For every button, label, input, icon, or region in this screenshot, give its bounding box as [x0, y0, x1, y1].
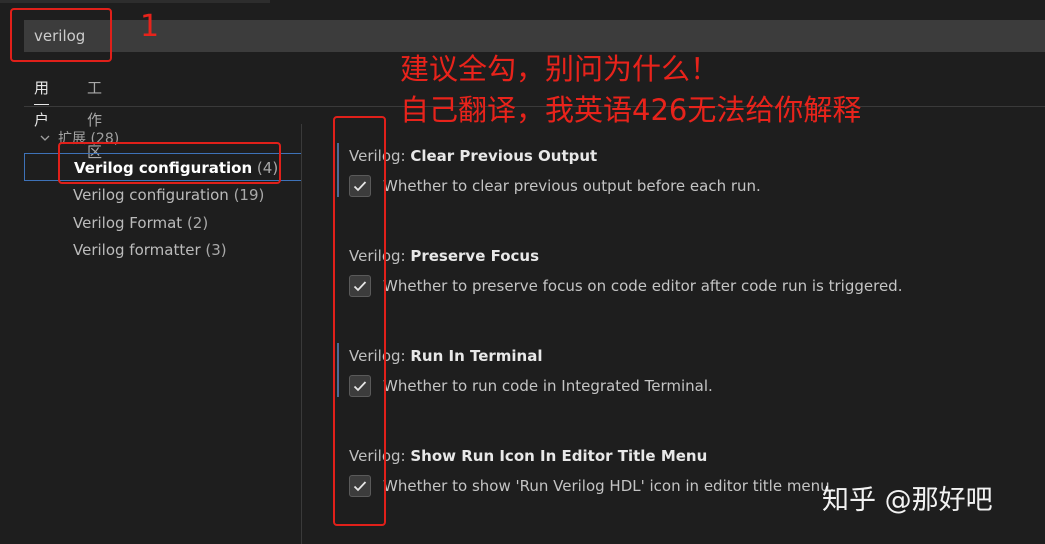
- annotation-search-box: [10, 8, 112, 62]
- tree-item-name: Verilog formatter: [73, 241, 201, 259]
- annotation-mark: 1: [140, 9, 160, 44]
- tree-item-count: (3): [205, 241, 227, 259]
- tree-item-verilog-configuration-19[interactable]: Verilog configuration (19): [24, 181, 302, 209]
- annotation-tree-item: [58, 142, 281, 184]
- tree-item-name: Verilog configuration: [73, 186, 229, 204]
- setting-title: Verilog: Show Run Icon In Editor Title M…: [349, 447, 707, 465]
- setting-preserve-focus: Verilog: Preserve Focus Whether to prese…: [337, 243, 1037, 323]
- annotation-checkboxes: [333, 116, 386, 526]
- setting-name: Run In Terminal: [410, 347, 543, 365]
- title-strip: [0, 0, 1045, 8]
- tab-strip-accent: [0, 0, 270, 3]
- setting-run-in-terminal: Verilog: Run In Terminal Whether to run …: [337, 343, 1037, 423]
- setting-name: Preserve Focus: [410, 247, 540, 265]
- settings-search-box[interactable]: [24, 20, 1045, 52]
- setting-description: Whether to preserve focus on code editor…: [383, 277, 903, 295]
- tree-item-count: (19): [233, 186, 265, 204]
- watermark-zhihu: 知乎 @那好吧: [822, 485, 993, 516]
- tab-workspace[interactable]: 工作区: [87, 72, 102, 161]
- setting-clear-previous-output: Verilog: Clear Previous Output Whether t…: [337, 143, 1037, 223]
- chevron-down-icon: [40, 135, 50, 141]
- setting-title: Verilog: Clear Previous Output: [349, 147, 597, 165]
- tree-item-verilog-format[interactable]: Verilog Format (2): [24, 209, 302, 237]
- tree-item-name: Verilog Format: [73, 214, 183, 232]
- setting-name: Clear Previous Output: [410, 147, 598, 165]
- panel-divider: [301, 124, 302, 544]
- tab-user[interactable]: 用户: [34, 72, 50, 129]
- setting-description: Whether to clear previous output before …: [383, 177, 761, 195]
- annotation-line-2: 自己翻译，我英语426无法给你解释: [400, 93, 862, 127]
- tree-item-verilog-formatter[interactable]: Verilog formatter (3): [24, 236, 302, 264]
- setting-description: Whether to show 'Run Verilog HDL' icon i…: [383, 477, 835, 495]
- annotation-line-1: 建议全勾，别问为什么！: [400, 52, 720, 86]
- setting-description: Whether to run code in Integrated Termin…: [383, 377, 713, 395]
- tree-item-count: (2): [186, 214, 209, 232]
- setting-name: Show Run Icon In Editor Title Menu: [410, 447, 708, 465]
